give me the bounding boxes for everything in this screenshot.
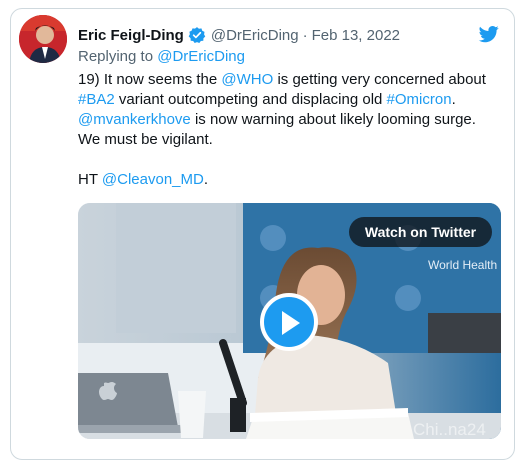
hashtag-ba2[interactable]: #BA2 (78, 91, 115, 108)
tweet-text: is getting very concerned about (273, 71, 486, 88)
backdrop-text: World Health Organization (428, 258, 501, 272)
author-name[interactable]: Eric Feigl-Ding (78, 27, 184, 44)
hashtag-omicron[interactable]: #Omicron (387, 91, 452, 108)
tweet-date[interactable]: Feb 13, 2022 (312, 27, 400, 44)
tweet-text: 19) It now seems the (78, 71, 222, 88)
mention-who[interactable]: @WHO (221, 71, 273, 88)
replying-label: Replying to (78, 48, 154, 65)
separator-dot: · (302, 26, 308, 44)
replying-to: Replying to @DrEricDing (78, 48, 245, 65)
tweet-hat-tip: HT @Cleavon_MD. (78, 170, 498, 190)
replying-handle[interactable]: @DrEricDing (157, 48, 245, 65)
watermark: Chi..na24 (413, 420, 486, 439)
twitter-bird-icon[interactable] (478, 24, 500, 44)
watch-on-twitter-button[interactable]: Watch on Twitter (349, 217, 492, 247)
tweet-text: variant outcompeting and displacing old (114, 91, 387, 108)
tweet-body: 19) It now seems the @WHO is getting ver… (78, 70, 498, 190)
play-button[interactable] (260, 293, 318, 351)
tweet-paragraph: 19) It now seems the @WHO is getting ver… (78, 70, 498, 150)
tweet-text: . (451, 91, 456, 108)
author-avatar[interactable] (19, 15, 67, 63)
play-icon (282, 311, 300, 335)
tweet-text: . (203, 171, 209, 188)
verified-badge-icon (188, 26, 206, 44)
author-handle[interactable]: @DrEricDing (211, 27, 299, 44)
hat-tip-label: HT (78, 171, 102, 188)
video-player[interactable]: World Health Organization Chi..na24 Watc… (78, 203, 501, 439)
mention-mvankerkhove[interactable]: @mvankerkhove (78, 111, 191, 128)
mention-cleavon[interactable]: @Cleavon_MD (102, 171, 204, 188)
